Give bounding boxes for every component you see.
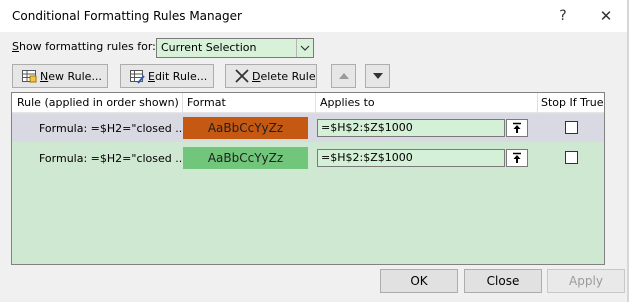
collapse-dialog-icon — [513, 152, 521, 163]
close-window-button[interactable]: ✕ — [584, 1, 628, 31]
format-preview: AaBbCcYyZz — [183, 147, 308, 169]
show-rules-label-accel: S — [12, 40, 19, 53]
edit-rule-text: dit Rule... — [154, 70, 208, 83]
show-rules-selected-value: Current Selection — [161, 41, 257, 54]
rule-row[interactable]: Formula: =$H2="closed ... AaBbCcYyZz =$H… — [12, 144, 604, 172]
applies-to-input[interactable]: =$H$2:$Z$1000 — [317, 149, 505, 167]
header-stop-if-true: Stop If True — [541, 96, 604, 109]
move-up-button[interactable] — [331, 64, 356, 88]
arrow-up-icon — [336, 68, 352, 84]
help-button[interactable]: ? — [545, 1, 581, 31]
header-divider — [537, 93, 538, 113]
table-header: Rule (applied in order shown) Format App… — [12, 93, 604, 113]
rule-description: Formula: =$H2="closed ... — [39, 122, 186, 135]
header-applies-to: Applies to — [320, 96, 375, 109]
ok-button[interactable]: OK — [380, 269, 458, 293]
format-preview: AaBbCcYyZz — [183, 117, 308, 139]
stop-if-true-checkbox[interactable] — [565, 151, 578, 164]
close-button[interactable]: Close — [464, 269, 542, 293]
header-divider — [182, 93, 183, 113]
delete-rule-text: elete Rule — [260, 70, 316, 83]
show-rules-label-text: how formatting rules for: — [18, 40, 156, 53]
delete-rule-button[interactable]: Delete Rule — [225, 64, 317, 88]
show-rules-dropdown[interactable]: Current Selection — [156, 38, 314, 58]
new-rule-icon — [21, 68, 37, 84]
header-rule: Rule (applied in order shown) — [17, 96, 179, 109]
new-rule-label: New Rule... — [40, 70, 102, 83]
edit-rule-label: Edit Rule... — [148, 70, 207, 83]
delete-rule-label: Delete Rule — [252, 70, 316, 83]
apply-button[interactable]: Apply — [547, 269, 625, 293]
applies-to-input[interactable]: =$H$2:$Z$1000 — [317, 119, 505, 137]
edit-rule-icon — [129, 68, 145, 84]
move-down-button[interactable] — [365, 64, 390, 88]
dialog-title: Conditional Formatting Rules Manager — [12, 9, 242, 23]
collapse-range-button[interactable] — [506, 149, 528, 167]
delete-x-icon — [234, 68, 250, 84]
rule-row[interactable]: Formula: =$H2="closed ... AaBbCcYyZz =$H… — [12, 114, 604, 142]
applies-to-value: =$H$2:$Z$1000 — [321, 121, 413, 134]
collapse-range-button[interactable] — [506, 119, 528, 137]
header-divider — [315, 93, 316, 113]
edit-rule-accel: E — [148, 70, 155, 83]
new-rule-accel: N — [40, 70, 49, 83]
rules-table[interactable]: Rule (applied in order shown) Format App… — [11, 92, 605, 265]
collapse-dialog-icon — [513, 122, 521, 133]
new-rule-text: ew Rule... — [48, 70, 102, 83]
header-format: Format — [187, 96, 226, 109]
applies-to-value: =$H$2:$Z$1000 — [321, 151, 413, 164]
new-rule-button[interactable]: New Rule... — [12, 64, 108, 88]
rule-description: Formula: =$H2="closed ... — [39, 152, 186, 165]
edit-rule-button[interactable]: Edit Rule... — [120, 64, 214, 88]
stop-if-true-checkbox[interactable] — [565, 121, 578, 134]
chevron-down-icon[interactable] — [296, 39, 312, 57]
show-rules-label: Show formatting rules for: — [12, 40, 156, 53]
arrow-down-icon — [370, 68, 386, 84]
